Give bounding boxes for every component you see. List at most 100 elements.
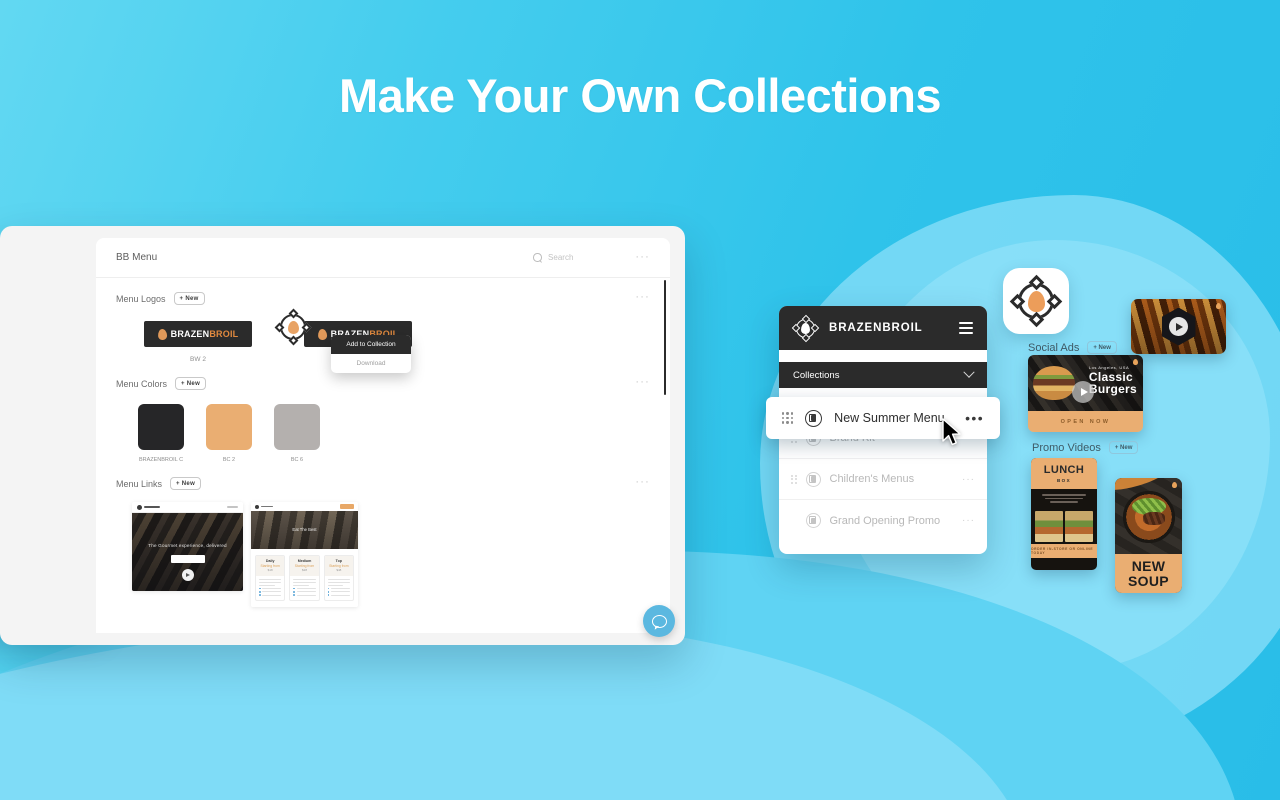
play-icon[interactable] bbox=[1161, 307, 1196, 346]
flame-icon bbox=[317, 328, 328, 340]
chevron-down-icon[interactable] bbox=[963, 366, 975, 378]
soup-poster-line2: SOUP bbox=[1128, 572, 1169, 589]
food-photo bbox=[1065, 510, 1093, 542]
row-overflow-icon[interactable]: ••• bbox=[965, 411, 984, 425]
collection-icon bbox=[805, 471, 821, 487]
lunch-poster-footer: ORDER IN-STORE OR ONLINE TODAY bbox=[1031, 543, 1097, 558]
add-new-button[interactable]: + New bbox=[173, 292, 205, 305]
preview-nav-cta bbox=[340, 504, 354, 509]
page-title: Make Your Own Collections bbox=[338, 69, 942, 122]
hamburger-icon[interactable] bbox=[959, 322, 973, 334]
section-menu-colors: Menu Colors + New ··· BRAZENBROIL C BC 2… bbox=[96, 363, 670, 464]
section-overflow-icon[interactable]: ··· bbox=[635, 477, 650, 488]
brazenbroil-logo-icon bbox=[791, 314, 820, 342]
lunch-poster-line2: BOX bbox=[1057, 478, 1071, 483]
flame-icon bbox=[1216, 303, 1221, 309]
soup-poster-caption: NEW SOUP bbox=[1115, 554, 1182, 593]
pricing-card-title: Medium bbox=[297, 559, 312, 563]
burger-ad-text: Los Angeles, USA Classic Burgers bbox=[1089, 365, 1137, 395]
color-swatch-tile[interactable]: BRAZENBROIL C bbox=[138, 404, 184, 463]
brazenbroil-logo-icon bbox=[1009, 274, 1063, 328]
color-swatch-tile[interactable]: BC 6 bbox=[274, 404, 320, 463]
website-preview-tile[interactable]: The Gourmet experience, delivered bbox=[132, 502, 243, 591]
list-item[interactable]: Grand Opening Promo ··· bbox=[779, 500, 987, 541]
pricing-card-title: Top bbox=[335, 559, 342, 563]
burger-ad-card[interactable]: Los Angeles, USA Classic Burgers OPEN NO… bbox=[1028, 355, 1143, 432]
section-title: Menu Logos bbox=[116, 293, 166, 304]
preview-logo bbox=[255, 504, 273, 509]
add-new-button[interactable]: + New bbox=[170, 477, 202, 490]
section-title: Menu Colors bbox=[116, 378, 168, 389]
preview-pricing-cards: Daily Starting from $18 Medium Starting … bbox=[251, 549, 358, 608]
main-app-window: BB Menu Search ··· Menu Logos + New ··· … bbox=[0, 226, 685, 645]
new-soup-poster-card[interactable]: NEW SOUP bbox=[1115, 478, 1182, 593]
dragged-collection-item[interactable]: New Summer Menu ••• bbox=[766, 397, 1000, 439]
section-overflow-icon[interactable]: ··· bbox=[635, 377, 650, 388]
asset-group-label-social-ads: Social Ads + New bbox=[1028, 341, 1117, 354]
preview-nav-links bbox=[227, 506, 238, 508]
collections-section-label: Collections bbox=[793, 369, 840, 381]
logo-word-part-1: BRAZEN bbox=[170, 329, 210, 339]
lunch-poster-subtext bbox=[1031, 489, 1097, 509]
brazenbroil-app-icon[interactable] bbox=[1003, 268, 1069, 334]
add-new-button[interactable]: + New bbox=[1108, 441, 1139, 454]
logo-wordmark: BRAZENBROIL bbox=[171, 329, 239, 339]
search-icon bbox=[533, 253, 542, 262]
color-swatch-grid: BRAZENBROIL C BC 2 BC 6 bbox=[116, 390, 650, 463]
website-preview-tile[interactable]: Eat The Best Daily Starting from $18 Med… bbox=[251, 502, 358, 608]
preview-navbar bbox=[132, 502, 243, 513]
list-item[interactable]: Children's Menus ··· bbox=[779, 459, 987, 500]
lunch-box-poster-card[interactable]: LUNCH BOX ORDER IN-STORE OR ONLINE TODAY bbox=[1031, 458, 1097, 570]
context-menu-item-download[interactable]: Download bbox=[331, 354, 411, 373]
context-menu[interactable]: Add to Collection Download bbox=[331, 335, 411, 373]
pricing-card-title: Daily bbox=[265, 559, 275, 563]
search-bar[interactable]: Search bbox=[533, 253, 573, 262]
add-new-button[interactable]: + New bbox=[1087, 341, 1117, 354]
mouse-cursor-icon bbox=[942, 418, 961, 446]
chat-bubble-icon[interactable] bbox=[643, 605, 675, 637]
drag-handle-icon[interactable] bbox=[791, 474, 797, 484]
link-preview-grid: The Gourmet experience, delivered Eat Th… bbox=[116, 490, 650, 608]
page-breadcrumb-title: BB Menu bbox=[116, 252, 158, 263]
section-header: Menu Logos + New bbox=[116, 292, 650, 305]
preview-cta-button bbox=[170, 555, 205, 563]
play-icon bbox=[181, 569, 194, 581]
context-menu-item-add-to-collection[interactable]: Add to Collection bbox=[331, 335, 411, 354]
add-new-button[interactable]: + New bbox=[175, 377, 207, 390]
logo-thumbnail: BRAZENBROIL bbox=[144, 321, 252, 347]
asset-tile-hovered[interactable]: BRAZENBROIL Add to Collection Download bbox=[274, 308, 412, 373]
burger-ad-image: Los Angeles, USA Classic Burgers bbox=[1028, 355, 1143, 411]
soup-meat bbox=[1142, 512, 1165, 525]
color-swatch bbox=[138, 404, 184, 450]
pricing-card-sub: $48 bbox=[336, 568, 342, 572]
preview-hero-image: The Gourmet experience, delivered bbox=[132, 513, 243, 591]
vertical-scrollbar[interactable] bbox=[663, 280, 666, 395]
food-photo bbox=[1035, 510, 1063, 542]
asset-group-label-promo-videos: Promo Videos + New bbox=[1032, 441, 1139, 454]
collections-section-bar[interactable]: Collections bbox=[779, 362, 987, 388]
section-menu-logos: Menu Logos + New ··· BRAZENBROIL BW 2 BR… bbox=[96, 278, 670, 373]
color-swatch-tile[interactable]: BC 2 bbox=[206, 404, 252, 463]
list-item-label: Children's Menus bbox=[829, 473, 915, 485]
asset-caption: BW 2 bbox=[190, 356, 206, 363]
collection-icon bbox=[805, 409, 823, 427]
section-menu-links: Menu Links + New ··· The Gourmet experie… bbox=[96, 463, 670, 608]
preview-headline: Eat The Best bbox=[292, 527, 317, 532]
lunch-poster-photos bbox=[1031, 509, 1097, 544]
row-overflow-icon[interactable]: ··· bbox=[962, 515, 975, 526]
brand-name: BRAZENBROIL bbox=[829, 322, 923, 334]
lunch-poster-footer-text: ORDER IN-STORE OR ONLINE TODAY bbox=[1031, 546, 1094, 555]
collections-panel-header: BRAZENBROIL bbox=[779, 306, 987, 350]
burger-ad-cta: OPEN NOW bbox=[1060, 418, 1111, 425]
row-overflow-icon[interactable]: ··· bbox=[962, 474, 975, 485]
header-overflow-icon[interactable]: ··· bbox=[635, 252, 650, 263]
flame-icon bbox=[157, 328, 168, 340]
search-input[interactable]: Search bbox=[548, 253, 573, 262]
section-overflow-icon[interactable]: ··· bbox=[635, 292, 650, 303]
video-thumbnail-card[interactable] bbox=[1131, 299, 1226, 354]
drag-handle-icon[interactable] bbox=[782, 412, 794, 424]
asset-tile[interactable]: BRAZENBROIL BW 2 bbox=[144, 321, 252, 363]
burger-ad-cta-bar: OPEN NOW bbox=[1028, 411, 1143, 432]
list-item-label: Grand Opening Promo bbox=[829, 514, 941, 527]
play-icon[interactable] bbox=[1072, 381, 1094, 403]
